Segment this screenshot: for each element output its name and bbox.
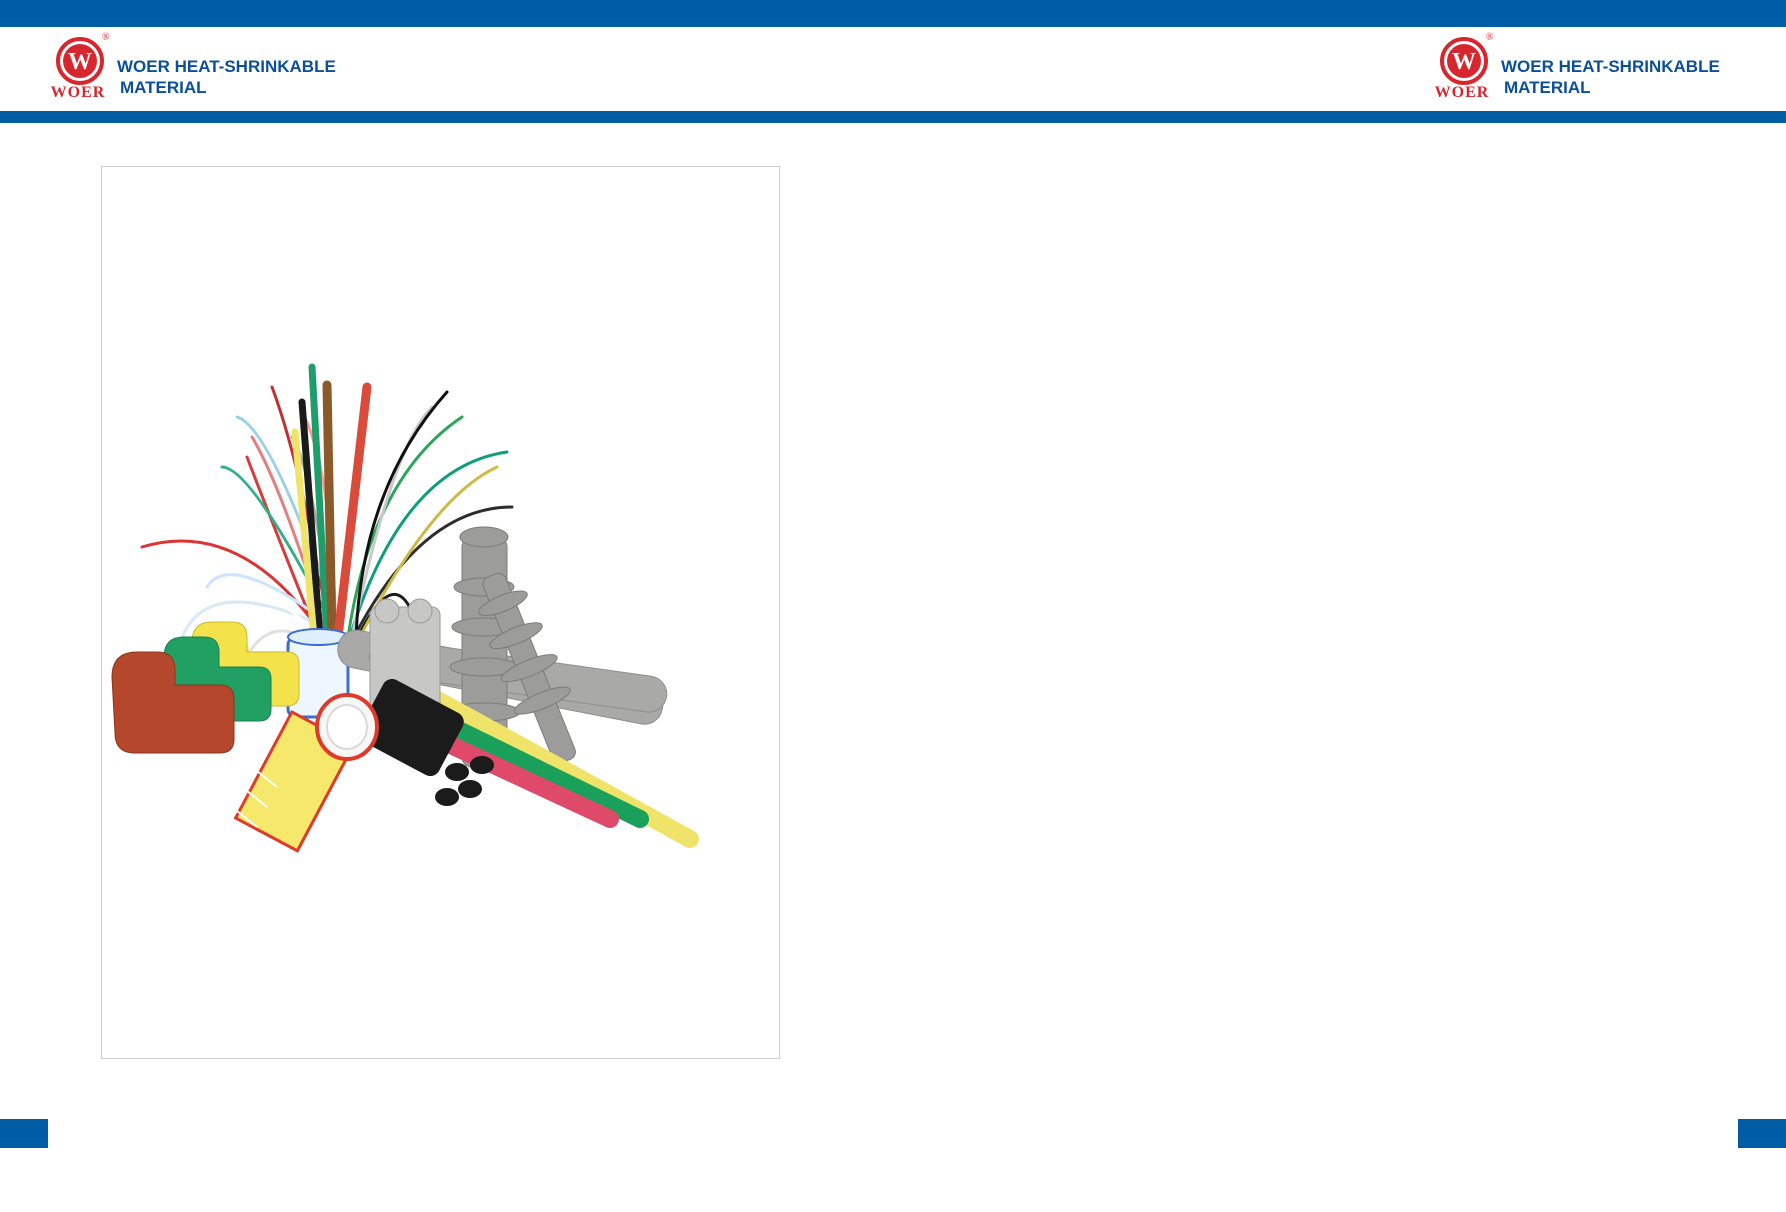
product-photo <box>101 166 780 1059</box>
svg-text:W: W <box>1452 49 1476 75</box>
brand-title-line1: WOER HEAT-SHRINKABLE <box>1501 57 1720 76</box>
logo-wordmark: WOER <box>1434 84 1490 101</box>
registered-mark: ® <box>102 32 110 43</box>
registered-mark: ® <box>1486 32 1494 43</box>
brand-title-line1: WOER HEAT-SHRINKABLE <box>117 57 336 76</box>
woer-logo-icon: W <box>1440 37 1488 85</box>
brand-logo-left: W ® WOER WOER HEAT-SHRINKABLE MATERIAL <box>47 32 367 104</box>
logo-wordmark: WOER <box>50 84 106 101</box>
page-corner-left <box>0 1119 48 1148</box>
heat-shrink-products-illustration <box>111 363 699 853</box>
top-blue-band <box>0 0 1786 27</box>
brand-title-line2: MATERIAL <box>120 78 207 97</box>
brand-title-line2: MATERIAL <box>1504 78 1591 97</box>
page-corner-right <box>1738 1119 1786 1148</box>
header-blue-band <box>0 111 1786 123</box>
woer-logo-icon: W <box>56 37 104 85</box>
brand-logo-right: W ® WOER WOER HEAT-SHRINKABLE MATERIAL <box>1431 32 1751 104</box>
svg-text:W: W <box>68 49 92 75</box>
